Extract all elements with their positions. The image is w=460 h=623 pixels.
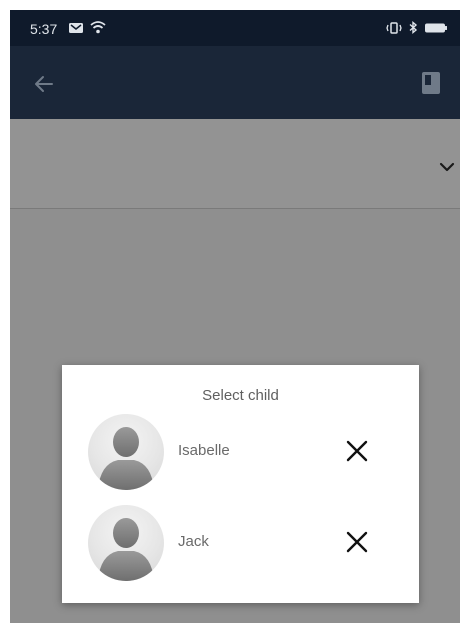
vibrate-icon — [386, 21, 402, 34]
remove-child-button[interactable] — [344, 438, 370, 464]
back-button[interactable] — [28, 68, 60, 100]
status-right-icons — [386, 21, 448, 34]
close-icon — [344, 529, 370, 555]
close-icon — [344, 438, 370, 464]
person-icon — [88, 505, 164, 581]
dialog-title: Select child — [202, 387, 279, 404]
chevron-down-icon — [438, 161, 456, 173]
person-icon — [88, 414, 164, 490]
child-name: Jack — [178, 533, 209, 550]
book-button[interactable] — [416, 68, 446, 98]
mail-icon — [68, 22, 84, 34]
child-row-isabelle[interactable]: Isabelle — [62, 412, 419, 492]
remove-child-button[interactable] — [344, 529, 370, 555]
status-time: 5:37 — [30, 21, 58, 37]
child-dropdown[interactable] — [10, 119, 460, 209]
arrow-left-icon — [28, 68, 60, 100]
battery-icon — [424, 22, 448, 34]
select-child-dialog: Select child Isabelle Jack — [62, 365, 419, 603]
bluetooth-icon — [408, 21, 418, 34]
child-name: Isabelle — [178, 442, 230, 459]
status-left-icons — [68, 21, 106, 34]
child-row-jack[interactable]: Jack — [62, 503, 419, 583]
phone-screen: 5:37 Select child Isabelle Jack — [10, 10, 460, 623]
wifi-icon — [90, 21, 106, 34]
status-bar: 5:37 — [10, 10, 460, 46]
app-bar — [10, 46, 460, 119]
avatar — [88, 414, 164, 490]
book-icon — [416, 68, 446, 98]
avatar — [88, 505, 164, 581]
